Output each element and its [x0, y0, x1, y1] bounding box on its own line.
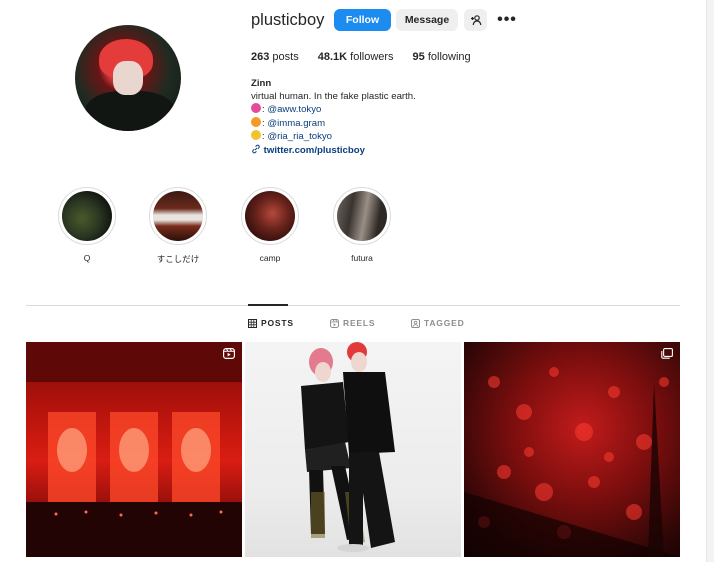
- post-thumbnail[interactable]: [464, 342, 680, 557]
- tab-reels[interactable]: REELS: [330, 318, 375, 328]
- story-highlight[interactable]: すこしだけ: [148, 187, 208, 265]
- fashion-photo-image: [301, 342, 395, 552]
- highlight-cover: [153, 191, 203, 241]
- highlight-label: Q: [83, 253, 91, 263]
- highlight-ring: [58, 187, 116, 245]
- bio-text: virtual human. In the fake plastic earth…: [251, 90, 416, 102]
- fire-emoji-icon: [251, 116, 261, 127]
- avatar-coat: [85, 91, 175, 131]
- highlight-cover: [62, 191, 112, 241]
- active-tab-indicator: [248, 304, 288, 306]
- follow-button[interactable]: Follow: [334, 9, 391, 31]
- tagged-user-icon: [411, 318, 420, 328]
- following-count[interactable]: 95 following: [413, 51, 471, 63]
- avatar-face: [113, 61, 143, 95]
- posts-count[interactable]: 263 posts: [251, 51, 299, 63]
- tab-tagged-label: TAGGED: [424, 318, 465, 328]
- mention-link[interactable]: @aww.tokyo: [267, 104, 321, 115]
- bio-website-row: twitter.com/plusticboy: [251, 144, 416, 158]
- more-options-button[interactable]: •••: [495, 9, 519, 31]
- profile-display-name: Zinn: [251, 78, 272, 89]
- highlight-label: camp: [259, 253, 281, 263]
- highlight-label: すこしだけ: [156, 254, 200, 264]
- followers-count[interactable]: 48.1K followers: [318, 51, 394, 63]
- tabs-divider: [26, 305, 680, 306]
- post-thumbnail[interactable]: [245, 342, 461, 557]
- brain-emoji-icon: [251, 103, 261, 114]
- carousel-icon: [661, 348, 673, 359]
- pill-emoji-icon: [251, 130, 261, 141]
- highlight-cover: [245, 191, 295, 241]
- message-button[interactable]: Message: [396, 9, 458, 31]
- bio-mention-row: : @ria_ria_tokyo: [251, 130, 416, 144]
- story-highlight[interactable]: futura: [332, 187, 392, 263]
- bio-mention-row: : @aww.tokyo: [251, 103, 416, 117]
- tab-reels-label: REELS: [343, 318, 376, 328]
- red-lights-image: [464, 367, 680, 557]
- highlight-ring: [241, 187, 299, 245]
- grid-icon: [248, 318, 257, 328]
- profile-avatar[interactable]: [75, 25, 181, 131]
- website-link[interactable]: twitter.com/plusticboy: [264, 145, 365, 156]
- highlight-ring: [149, 187, 207, 245]
- highlight-cover: [337, 191, 387, 241]
- profile-username: plusticboy: [251, 11, 325, 29]
- post-thumbnail[interactable]: [26, 342, 242, 557]
- concert-stage-image: [26, 342, 242, 557]
- add-user-icon: [470, 15, 481, 26]
- mention-link[interactable]: @ria_ria_tokyo: [267, 131, 332, 142]
- tab-tagged[interactable]: TAGGED: [411, 318, 465, 328]
- bio-mention-row: : @imma.gram: [251, 116, 416, 131]
- reels-icon: [330, 318, 339, 328]
- story-highlight[interactable]: camp: [240, 187, 300, 263]
- tab-posts-label: POSTS: [261, 318, 294, 328]
- window-edge: [706, 0, 714, 562]
- highlight-ring: [333, 187, 391, 245]
- profile-bio: Zinn virtual human. In the fake plastic …: [251, 78, 416, 158]
- story-highlight[interactable]: Q: [57, 187, 117, 263]
- profile-stats: 263 posts 48.1K followers 95 following: [251, 51, 490, 63]
- highlight-label: futura: [351, 253, 373, 263]
- mention-link[interactable]: @imma.gram: [267, 118, 325, 129]
- reel-icon: [223, 348, 235, 359]
- link-icon: [252, 144, 260, 154]
- tab-posts[interactable]: POSTS: [248, 318, 294, 328]
- suggest-people-button[interactable]: [464, 9, 487, 31]
